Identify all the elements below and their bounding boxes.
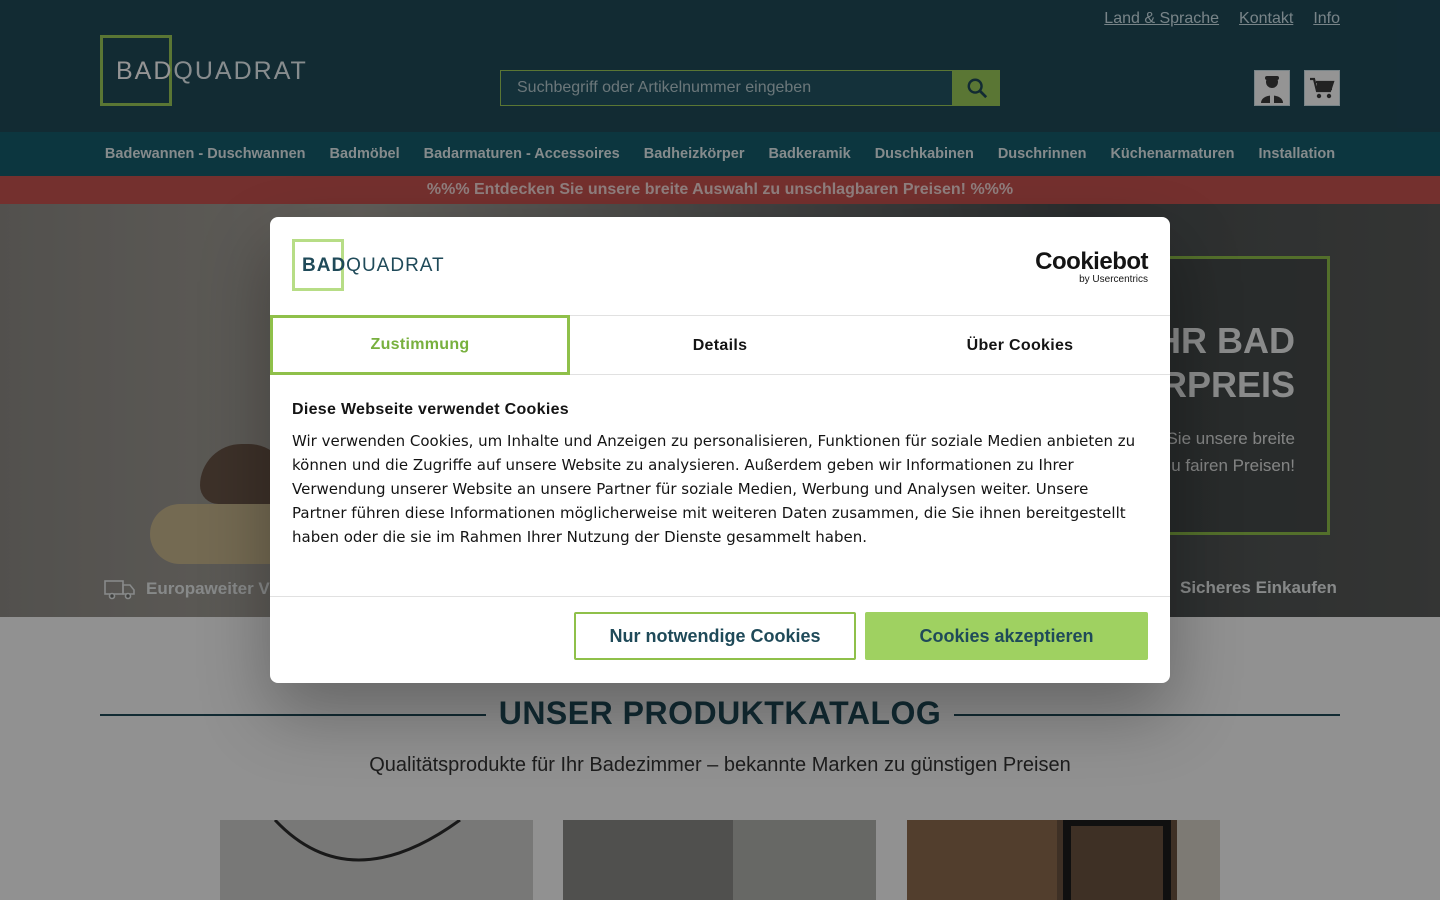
tab-consent[interactable]: Zustimmung <box>270 315 570 375</box>
logo-text-quadrat: QUADRAT <box>346 255 445 276</box>
cookiebot-logo[interactable]: Cookiebot by Usercentrics <box>1035 250 1148 286</box>
dialog-logo: BADQUADRAT <box>292 239 444 291</box>
consent-tabs: Zustimmung Details Über Cookies <box>270 315 1170 375</box>
tab-details[interactable]: Details <box>570 316 870 375</box>
consent-text: Wir verwenden Cookies, um Inhalte und An… <box>292 432 1136 546</box>
cookiebot-byline: by Usercentrics <box>1079 274 1148 285</box>
dialog-footer-divider <box>270 596 1170 597</box>
logo-text-bad: BAD <box>302 255 347 276</box>
necessary-cookies-button[interactable]: Nur notwendige Cookies <box>574 612 856 660</box>
tab-about-cookies[interactable]: Über Cookies <box>870 316 1170 375</box>
cookie-consent-dialog: BADQUADRAT Cookiebot by Usercentrics Zus… <box>270 217 1170 683</box>
consent-heading: Diese Webseite verwendet Cookies <box>292 401 569 418</box>
accept-cookies-button[interactable]: Cookies akzeptieren <box>865 612 1148 660</box>
cookiebot-name: Cookiebot <box>1035 248 1148 275</box>
